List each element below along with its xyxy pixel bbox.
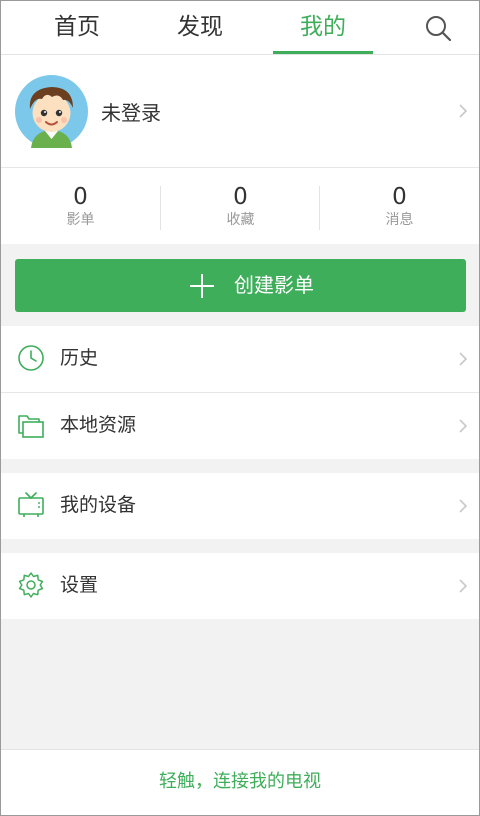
clock-icon [18, 345, 44, 371]
app-screen: 首页 发现 我的 未登录 0 影单 0 收藏 0 消息 创建影单 历史 本地资源… [0, 0, 480, 816]
chevron-right-icon [459, 352, 468, 366]
search-button[interactable] [421, 11, 455, 45]
tab-home[interactable]: 首页 [27, 1, 127, 54]
cartoon-boy-avatar-icon [15, 75, 88, 148]
menu-item-local-resources[interactable]: 本地资源 [1, 393, 479, 459]
active-tab-indicator [273, 51, 373, 54]
chevron-right-icon [459, 499, 468, 513]
menu-label-settings: 设置 [60, 574, 99, 596]
chevron-right-icon [459, 579, 468, 593]
profile-row[interactable]: 未登录 [1, 55, 479, 168]
stat-favorites-label: 收藏 [226, 212, 255, 228]
stat-playlists-count: 0 [73, 184, 88, 210]
top-nav: 首页 发现 我的 [1, 1, 479, 55]
menu-item-settings[interactable]: 设置 [1, 553, 479, 619]
menu-label-local-resources: 本地资源 [60, 414, 137, 436]
create-playlist-label: 创建影单 [234, 273, 314, 297]
tab-discover[interactable]: 发现 [150, 1, 250, 54]
folder-icon [18, 415, 44, 438]
stat-favorites[interactable]: 0 收藏 [161, 168, 320, 244]
menu-item-my-devices[interactable]: 我的设备 [1, 473, 479, 539]
plus-icon [190, 274, 214, 298]
search-icon [426, 16, 452, 42]
stat-messages[interactable]: 0 消息 [320, 168, 479, 244]
stat-messages-count: 0 [392, 184, 407, 210]
gear-icon [18, 572, 44, 598]
create-playlist-button[interactable]: 创建影单 [15, 259, 466, 312]
stat-favorites-count: 0 [233, 184, 248, 210]
login-status-label: 未登录 [101, 101, 161, 125]
menu-label-history: 历史 [60, 347, 99, 369]
connect-tv-label: 轻触，连接我的电视 [159, 771, 321, 792]
connect-tv-bar[interactable]: 轻触，连接我的电视 [1, 749, 479, 815]
stat-playlists[interactable]: 0 影单 [1, 168, 160, 244]
stats-row: 0 影单 0 收藏 0 消息 [1, 168, 479, 244]
chevron-right-icon [459, 419, 468, 433]
stat-messages-label: 消息 [385, 212, 414, 228]
avatar[interactable] [15, 75, 88, 148]
chevron-right-icon [459, 104, 468, 118]
menu-item-history[interactable]: 历史 [1, 326, 479, 392]
tv-icon [18, 492, 44, 517]
menu-label-my-devices: 我的设备 [60, 494, 137, 516]
tab-mine[interactable]: 我的 [273, 1, 373, 54]
stat-playlists-label: 影单 [66, 212, 95, 228]
